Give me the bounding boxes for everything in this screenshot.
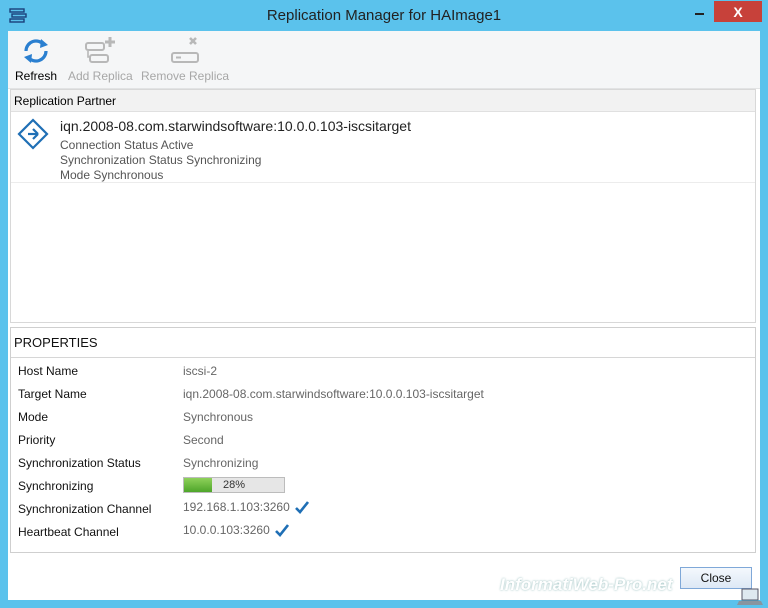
watermark-text: InformatiWeb-Pro.net	[500, 575, 673, 594]
replication-partner-item[interactable]: iqn.2008-08.com.starwindsoftware:10.0.0.…	[11, 113, 755, 183]
partner-sync-status: Synchronization Status Synchronizing	[60, 153, 262, 167]
sync-progress-bar: 28%	[183, 477, 285, 493]
add-replica-icon	[85, 37, 116, 63]
sync-channel-text: 192.168.1.103:3260	[183, 500, 290, 514]
sync-channel-label: Synchronization Channel	[18, 502, 152, 516]
refresh-button[interactable]: Refresh	[15, 35, 57, 83]
remove-replica-button[interactable]: Remove Replica	[141, 35, 229, 83]
sync-channel-value: 192.168.1.103:3260	[183, 500, 309, 514]
close-window-button[interactable]: X	[714, 1, 762, 22]
checkmark-icon	[294, 500, 309, 514]
partner-name: iqn.2008-08.com.starwindsoftware:10.0.0.…	[60, 118, 411, 134]
partner-node-icon	[17, 118, 49, 150]
sync-status-label: Synchronization Status	[18, 456, 141, 470]
close-button[interactable]: Close	[680, 567, 752, 589]
remove-replica-icon	[171, 37, 200, 63]
minimize-icon	[694, 13, 704, 15]
title-bar[interactable]: Replication Manager for HAImage1 X	[0, 0, 768, 32]
add-replica-button[interactable]: Add Replica	[68, 35, 133, 83]
replication-manager-window: Replication Manager for HAImage1 X Refre…	[0, 0, 768, 608]
priority-value: Second	[183, 433, 224, 447]
synchronizing-label: Synchronizing	[18, 479, 94, 493]
heartbeat-channel-text: 10.0.0.103:3260	[183, 523, 270, 537]
minimize-button[interactable]	[686, 1, 712, 21]
replication-partner-header[interactable]: Replication Partner	[11, 90, 755, 112]
target-name-value: iqn.2008-08.com.starwindsoftware:10.0.0.…	[183, 387, 484, 401]
partner-mode: Mode Synchronous	[60, 168, 164, 182]
sync-status-value: Synchronizing	[183, 456, 259, 470]
window-title: Replication Manager for HAImage1	[266, 7, 502, 24]
mode-value: Synchronous	[183, 410, 254, 424]
client-area: Refresh Add Replica Remove Replica Repli…	[8, 31, 760, 600]
properties-title: PROPERTIES	[14, 335, 98, 350]
host-name-label: Host Name	[18, 364, 79, 378]
refresh-icon	[24, 39, 49, 63]
toolbar: Refresh Add Replica Remove Replica	[8, 31, 760, 89]
laptop-icon	[737, 588, 763, 605]
close-icon: X	[733, 3, 743, 20]
remove-replica-label: Remove Replica	[141, 69, 230, 83]
mode-label: Mode	[18, 410, 49, 424]
target-name-label: Target Name	[18, 387, 87, 401]
add-replica-label: Add Replica	[68, 69, 133, 83]
checkmark-icon	[274, 523, 289, 537]
synchronizing-value: 28%	[183, 477, 285, 493]
properties-panel: PROPERTIES Host Name iscsi-2 Target Name…	[10, 327, 756, 553]
properties-divider	[11, 357, 755, 358]
refresh-label: Refresh	[15, 69, 58, 83]
sync-progress-text: 28%	[222, 479, 246, 491]
replication-partner-list: Replication Partner iqn.2008-08.com.star…	[10, 89, 756, 323]
heartbeat-channel-label: Heartbeat Channel	[18, 525, 119, 539]
priority-label: Priority	[18, 433, 56, 447]
partner-connection-status: Connection Status Active	[60, 138, 194, 152]
host-name-value: iscsi-2	[183, 364, 218, 378]
heartbeat-channel-value: 10.0.0.103:3260	[183, 523, 289, 537]
